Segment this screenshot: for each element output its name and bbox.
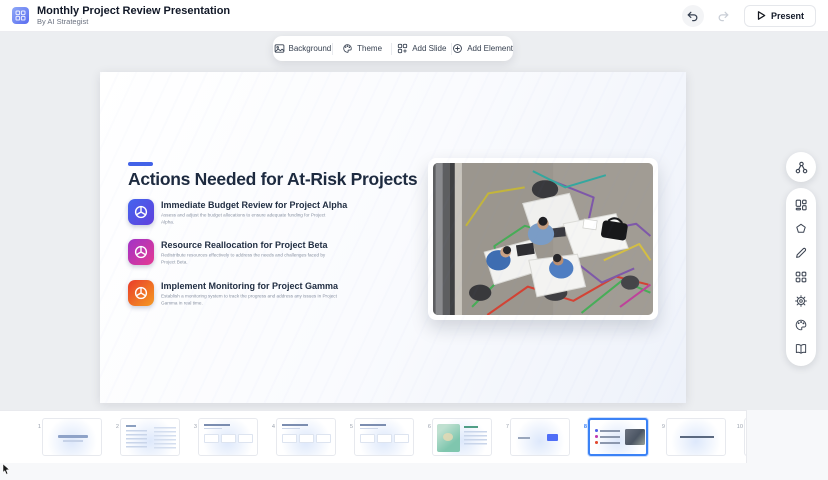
- action-item-title: Implement Monitoring for Project Gamma: [161, 281, 467, 291]
- undo-button[interactable]: [682, 5, 704, 27]
- overhead-team-collaboration-photo: [433, 163, 653, 315]
- slide-number: 3: [189, 423, 197, 446]
- theme-palette-icon: [342, 43, 353, 54]
- slide-number: 1: [33, 423, 41, 446]
- gear-icon: [794, 294, 808, 308]
- add-element-button-label: Add Element: [467, 44, 513, 53]
- slide-thumbnail[interactable]: [42, 418, 102, 456]
- elements-button[interactable]: [794, 270, 808, 284]
- add-slide-button-label: Add Slide: [412, 44, 446, 53]
- slide-title[interactable]: Actions Needed for At-Risk Projects: [128, 169, 428, 190]
- background-button[interactable]: Background: [273, 36, 332, 61]
- filmstrip-slide-1: 1: [30, 418, 102, 456]
- slide-number: 6: [423, 423, 431, 446]
- action-item-description: Establish a monitoring system to track t…: [161, 293, 338, 307]
- slide-thumbnail[interactable]: [432, 418, 492, 456]
- slide-number: 2: [111, 423, 119, 446]
- slide-thumbnail[interactable]: [744, 418, 747, 456]
- add-element-button[interactable]: Add Element: [452, 36, 513, 61]
- shapes-button[interactable]: [794, 222, 808, 236]
- share-nodes-icon: [794, 160, 809, 175]
- pencil-icon: [794, 246, 808, 260]
- slide-number: 8: [579, 423, 587, 446]
- action-item-beta[interactable]: Resource Reallocation for Project Beta R…: [128, 239, 383, 276]
- present-button-label: Present: [771, 11, 804, 21]
- add-element-plus-icon: [452, 43, 463, 54]
- wheel-icon: [128, 239, 154, 265]
- presentation-byline: By AI Strategist: [37, 18, 230, 27]
- filmstrip-slide-7: 7: [498, 418, 570, 456]
- slide-number: 5: [345, 423, 353, 446]
- slide-thumbnail[interactable]: [276, 418, 336, 456]
- action-item-title: Resource Reallocation for Project Beta: [161, 240, 467, 250]
- action-item-title: Immediate Budget Review for Project Alph…: [161, 200, 467, 210]
- slide-number: 10: [735, 423, 743, 446]
- action-item-alpha[interactable]: Immediate Budget Review for Project Alph…: [128, 199, 383, 236]
- notes-button[interactable]: [794, 342, 808, 356]
- filmstrip-slide-8-selected: 8: [576, 418, 648, 456]
- slide-number: 9: [657, 423, 665, 446]
- background-button-label: Background: [289, 44, 332, 53]
- slide-number: 4: [267, 423, 275, 446]
- filmstrip-slide-5: 5: [342, 418, 414, 456]
- slide-thumbnail-selected[interactable]: [588, 418, 648, 456]
- book-icon: [794, 342, 808, 356]
- action-item-gamma[interactable]: Implement Monitoring for Project Gamma E…: [128, 280, 383, 317]
- action-item-description: Redistribute resources effectively to ad…: [161, 252, 338, 266]
- layout-button[interactable]: [794, 198, 808, 212]
- slide-thumbnail[interactable]: [354, 418, 414, 456]
- mouse-cursor: [2, 462, 11, 480]
- slide-toolbar: Background Theme Add Slide: [273, 36, 513, 61]
- collaborate-button[interactable]: [786, 152, 816, 182]
- slide-canvas[interactable]: Actions Needed for At-Risk Projects Imme…: [100, 72, 686, 403]
- slide-image-card[interactable]: [428, 158, 658, 320]
- slide-thumbnail[interactable]: [666, 418, 726, 456]
- grid-dots-icon: [794, 270, 808, 284]
- theme-button[interactable]: Theme: [333, 36, 392, 61]
- settings-button[interactable]: [794, 294, 808, 308]
- redo-arrow-icon: [717, 9, 730, 22]
- edit-button[interactable]: [794, 246, 808, 260]
- undo-arrow-icon: [686, 9, 699, 22]
- editor-workspace: Background Theme Add Slide: [0, 32, 828, 410]
- filmstrip-slide-3: 3: [186, 418, 258, 456]
- grid-logo-icon: [15, 10, 26, 21]
- filmstrip-slide-4: 4: [264, 418, 336, 456]
- add-slide-grid-icon: [397, 43, 408, 54]
- filmstrip-slide-10: 10: [732, 418, 747, 456]
- slide-filmstrip: 1 2 3 4 5 6 7 8 9 10: [0, 410, 747, 463]
- filmstrip-slide-9: 9: [654, 418, 726, 456]
- title-accent-bar: [128, 162, 153, 166]
- app-header: Monthly Project Review Presentation By A…: [0, 0, 828, 32]
- app-logo: [12, 7, 29, 24]
- add-slide-button[interactable]: Add Slide: [392, 36, 451, 61]
- slide-thumbnail[interactable]: [120, 418, 180, 456]
- filmstrip-slide-2: 2: [108, 418, 180, 456]
- palette-icon: [794, 318, 808, 332]
- presentation-title: Monthly Project Review Presentation: [37, 5, 230, 18]
- slide-thumbnail[interactable]: [198, 418, 258, 456]
- redo-button[interactable]: [713, 5, 735, 27]
- filmstrip-slide-6: 6: [420, 418, 492, 456]
- side-tool-rail: [786, 188, 816, 366]
- wheel-icon: [128, 199, 154, 225]
- background-image-icon: [274, 43, 285, 54]
- action-item-description: Assess and adjust the budget allocations…: [161, 212, 338, 226]
- wheel-icon: [128, 280, 154, 306]
- theme-button-label: Theme: [357, 44, 382, 53]
- slide-number: 7: [501, 423, 509, 446]
- blob-shape-icon: [794, 222, 808, 236]
- theme-colors-button[interactable]: [794, 318, 808, 332]
- present-button[interactable]: Present: [744, 5, 816, 27]
- play-icon: [756, 10, 766, 21]
- layout-grid-icon: [794, 198, 808, 212]
- slide-thumbnail[interactable]: [510, 418, 570, 456]
